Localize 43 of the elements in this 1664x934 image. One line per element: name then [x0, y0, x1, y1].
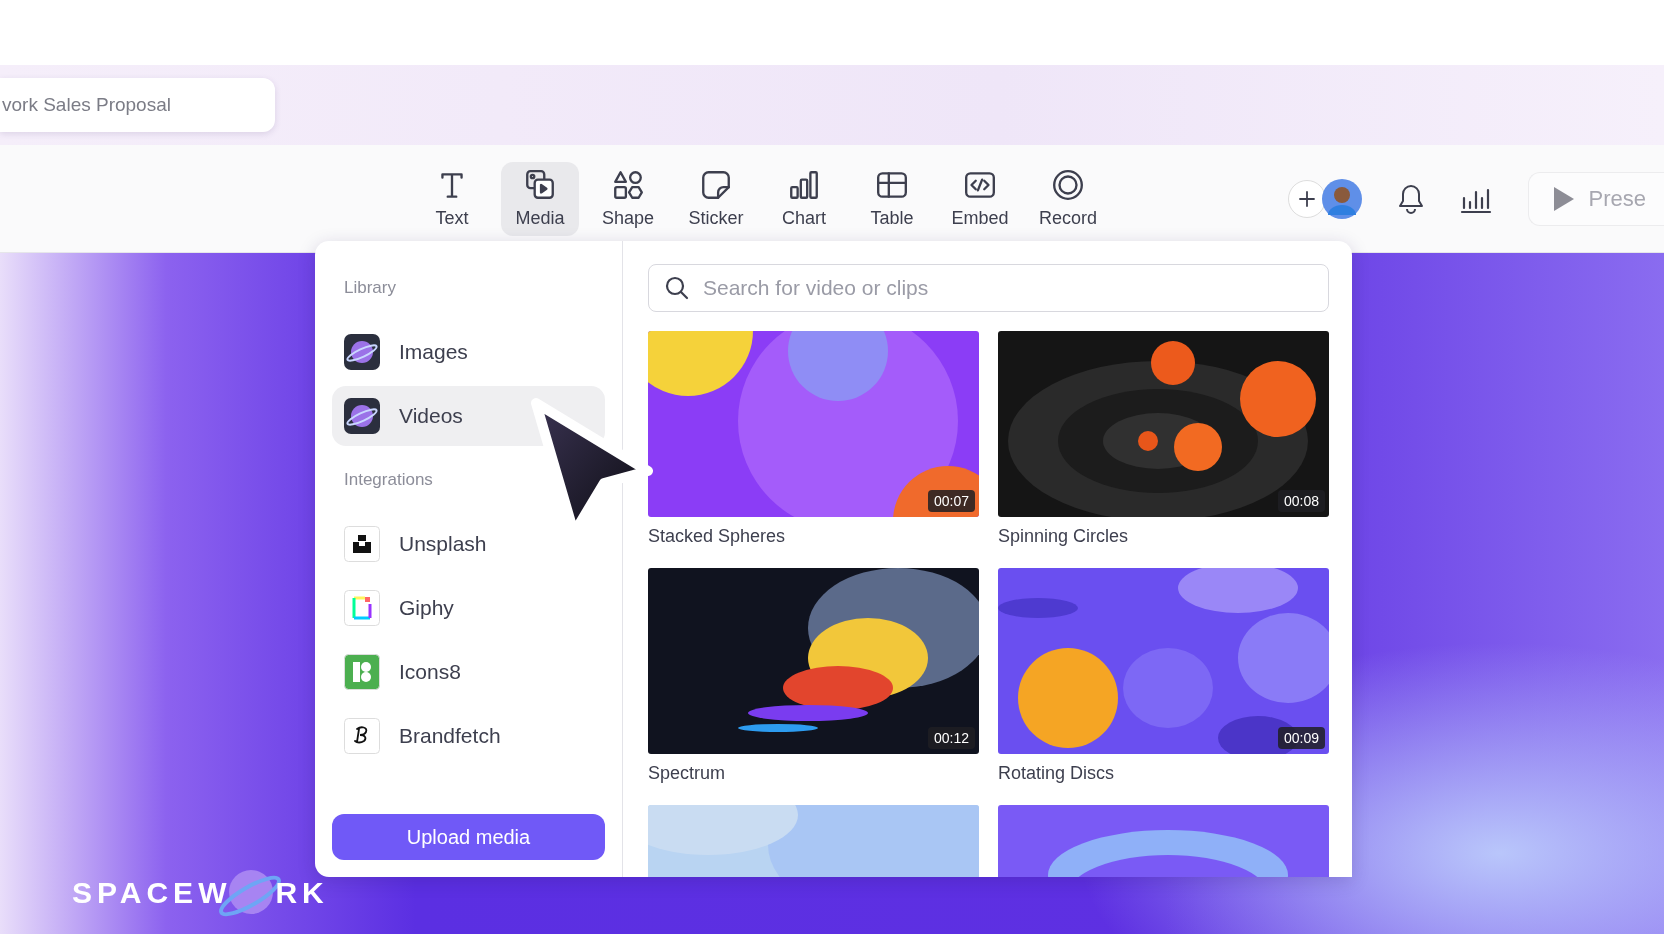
video-title: Spinning Circles — [998, 526, 1130, 547]
planet-logo-icon — [344, 398, 380, 434]
bar-chart-icon — [787, 168, 821, 202]
section-heading: Library — [343, 277, 397, 299]
duration-badge: 00:12 — [927, 727, 975, 749]
page-logo-icon — [344, 590, 380, 626]
duration-badge: 00:08 — [1277, 490, 1325, 512]
source-item[interactable]: Icons8 — [332, 642, 605, 702]
duration-badge: 00:09 — [1277, 727, 1325, 749]
duration-badge: 00:07 — [927, 490, 975, 512]
plus-icon — [1296, 188, 1317, 209]
block-logo-icon — [344, 526, 380, 562]
source-item[interactable]: Unsplash — [332, 514, 605, 574]
logo-wordmark: RK — [275, 876, 329, 910]
source-item[interactable]: Giphy — [332, 578, 605, 638]
add-collaborator-button[interactable] — [1287, 179, 1326, 218]
media-icon — [523, 168, 557, 202]
video-title: Spectrum — [648, 763, 727, 784]
search-icon — [664, 275, 690, 301]
toolbar-tool[interactable]: Media — [501, 161, 579, 236]
document-title-field[interactable]: vork Sales Proposal — [0, 78, 275, 132]
toolbar-tool[interactable]: Shape — [589, 161, 667, 236]
toolbar-tool[interactable]: Embed — [941, 161, 1019, 236]
avatar-icon[interactable] — [1321, 178, 1362, 219]
toolbar-tool[interactable]: Table — [853, 161, 931, 236]
source-item[interactable]: Brandfetch — [332, 706, 605, 766]
toolbar-tool[interactable]: Sticker — [677, 161, 755, 236]
video-title: Rotating Discs — [998, 763, 1116, 784]
planet-logo-icon — [344, 334, 380, 370]
source-item[interactable]: Images — [332, 322, 605, 382]
letter-logo-icon — [344, 718, 380, 754]
record-icon — [1051, 168, 1085, 202]
logo-wordmark: SPACEW — [72, 876, 232, 910]
toolbar-tool[interactable]: Record — [1029, 161, 1107, 236]
sticker-icon — [699, 168, 733, 202]
section-heading: Integrations — [343, 469, 434, 491]
search-field[interactable]: Search for video or clips — [648, 264, 1329, 312]
toolbar-tool[interactable]: Text — [413, 161, 491, 236]
toolbar-tool[interactable]: Chart — [765, 161, 843, 236]
upload-media-button[interactable]: Upload media — [332, 814, 605, 860]
circles-logo-icon — [344, 654, 380, 690]
shapes-icon — [611, 168, 645, 202]
video-title: Stacked Spheres — [648, 526, 787, 547]
